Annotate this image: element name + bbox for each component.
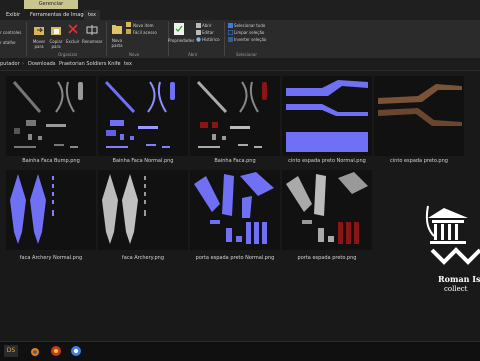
rename-button[interactable]: Renomear [82, 39, 103, 44]
blender-icon[interactable] [28, 345, 40, 357]
ribbon: r controles r atalho Mover para Copiar p… [0, 20, 480, 59]
file-thumbnail[interactable] [190, 76, 280, 156]
easy-access-icon [126, 29, 131, 34]
invert-selection-button[interactable]: Inverter seleção [234, 37, 266, 42]
file-name[interactable]: faca Archery Normal.png [6, 255, 96, 261]
group-organize-label: Organizar [58, 52, 78, 57]
select-none-button[interactable]: Limpar seleção [234, 30, 264, 35]
new-folder-icon [112, 25, 122, 34]
new-folder-button[interactable]: Nova pasta [110, 38, 124, 48]
breadcrumb-praetorian[interactable]: Praetorian Soldiers Knife [59, 58, 121, 70]
edit-icon [196, 30, 201, 35]
invert-selection-icon [228, 37, 233, 42]
file-name[interactable]: cinto espada preto.png [374, 158, 464, 164]
file-thumbnail[interactable] [282, 76, 372, 156]
copy-to-button[interactable]: Copiar para [48, 39, 64, 49]
watermark-line1: Roman Is [438, 274, 480, 284]
new-item-icon [126, 22, 131, 27]
copy-to-icon [51, 27, 61, 35]
tab-tex[interactable]: tex [84, 10, 100, 20]
breadcrumb-downloads[interactable]: Downloads [28, 58, 55, 70]
file-thumbnail[interactable] [190, 170, 280, 250]
roman-watermark-logo: Roman Is collect [424, 204, 480, 300]
file-name[interactable]: cinto espada preto Normal.png [282, 158, 372, 164]
tab-image-tools[interactable]: Ferramentas de Imagem [30, 10, 91, 20]
group-select-label: Selecionar [236, 52, 257, 57]
easy-access-button[interactable]: Fácil acesso [133, 30, 157, 35]
history-icon [196, 37, 201, 42]
properties-icon [174, 23, 184, 35]
breadcrumb-tex[interactable]: tex [124, 58, 132, 70]
file-name[interactable]: Bainha Faca Bump.png [6, 158, 96, 164]
move-to-button[interactable]: Mover para [31, 39, 47, 49]
context-tab-header: Gerenciar [24, 0, 78, 9]
ribbon-shortcut-label[interactable]: r atalho [0, 40, 15, 45]
file-name[interactable]: Bainha Faca.png [190, 158, 280, 164]
open-icon [196, 23, 201, 28]
delete-button[interactable]: Excluir [66, 39, 79, 44]
file-name[interactable]: faca Archery.png [98, 255, 188, 261]
rename-icon [86, 25, 98, 35]
properties-button[interactable]: Propriedades [168, 38, 194, 43]
ribbon-controls-label[interactable]: r controles [0, 30, 21, 35]
ds-icon[interactable]: DS [4, 345, 18, 357]
taskbar: DS [0, 341, 480, 361]
history-button[interactable]: Histórico [202, 37, 220, 42]
new-item-button[interactable]: Novo item [133, 23, 154, 28]
select-none-icon [228, 30, 233, 35]
app-icon[interactable] [50, 345, 62, 357]
file-name[interactable]: Bainha Faca Normal.png [98, 158, 188, 164]
file-thumbnail[interactable] [98, 170, 188, 250]
file-thumbnail[interactable] [6, 170, 96, 250]
select-all-icon [228, 23, 233, 28]
file-name[interactable]: porta espada preto Normal.png [190, 255, 280, 261]
tab-view[interactable]: Exibir [6, 10, 20, 20]
chrome-icon[interactable] [70, 345, 82, 357]
address-bar[interactable]: putador › Downloads › Praetorian Soldier… [0, 58, 480, 71]
file-thumbnail[interactable] [282, 170, 372, 250]
move-to-icon [34, 27, 44, 35]
breadcrumb-computer[interactable]: putador [0, 58, 20, 70]
open-button[interactable]: Abrir [202, 23, 212, 28]
edit-button[interactable]: Editar [202, 30, 214, 35]
temple-icon [425, 205, 480, 265]
file-thumbnail[interactable] [6, 76, 96, 156]
select-all-button[interactable]: Selecionar tudo [234, 23, 265, 28]
file-thumbnail[interactable] [374, 76, 464, 156]
watermark-line2: collect [444, 285, 468, 293]
group-new-label: Novo [129, 52, 140, 57]
delete-icon [68, 24, 78, 34]
group-open-label: Abrir [188, 52, 198, 57]
file-thumbnail[interactable] [98, 76, 188, 156]
file-name[interactable]: porta espada preto.png [282, 255, 372, 261]
tab-bar: Gerenciar Exibir Ferramentas de Imagem t… [0, 0, 480, 20]
